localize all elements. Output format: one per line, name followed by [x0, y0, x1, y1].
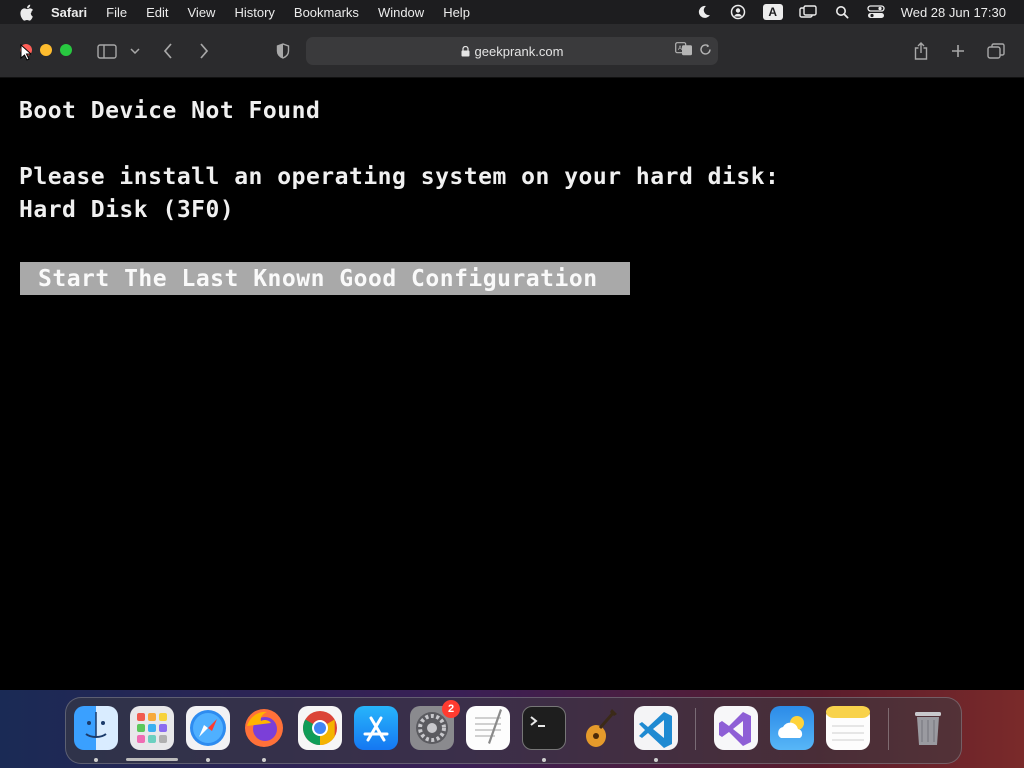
- menu-history[interactable]: History: [234, 5, 274, 20]
- menu-edit[interactable]: Edit: [146, 5, 168, 20]
- notification-badge: 2: [442, 700, 460, 718]
- trash-icon[interactable]: [906, 706, 950, 750]
- forward-button[interactable]: [196, 40, 212, 62]
- notes-icon[interactable]: [826, 706, 870, 750]
- address-bar-actions: A: [675, 42, 712, 56]
- garageband-icon[interactable]: [578, 706, 622, 750]
- dock-separator: [888, 708, 889, 750]
- moon-icon[interactable]: [695, 4, 713, 20]
- finder-icon[interactable]: [74, 706, 118, 750]
- launchpad-icon[interactable]: [130, 706, 174, 750]
- apple-menu-icon[interactable]: [19, 3, 37, 21]
- last-known-good-config-button[interactable]: Start The Last Known Good Configuration: [20, 262, 630, 295]
- weather-icon[interactable]: [770, 706, 814, 750]
- user-account-icon[interactable]: [729, 4, 747, 20]
- menu-bar-status-area: A Wed 28 Jun 17:30: [695, 0, 1024, 24]
- sidebar-toggle-icon[interactable]: [96, 40, 118, 62]
- zoom-window-button[interactable]: [60, 44, 72, 56]
- dock: 2: [65, 697, 962, 764]
- dock-separator: [695, 708, 696, 750]
- menu-file[interactable]: File: [106, 5, 127, 20]
- url-text[interactable]: geekprank.com: [475, 44, 564, 59]
- menu-bar-clock[interactable]: Wed 28 Jun 17:30: [901, 5, 1006, 20]
- menu-app-name[interactable]: Safari: [51, 5, 87, 20]
- app-store-icon[interactable]: [354, 706, 398, 750]
- vscode-icon[interactable]: [634, 706, 678, 750]
- back-button[interactable]: [160, 40, 176, 62]
- menu-window[interactable]: Window: [378, 5, 424, 20]
- browser-toolbar: geekprank.com A: [0, 24, 1024, 78]
- menu-view[interactable]: View: [188, 5, 216, 20]
- textedit-icon[interactable]: [466, 706, 510, 750]
- firefox-icon[interactable]: [242, 706, 286, 750]
- running-indicator: [206, 758, 210, 762]
- menu-bar: Safari File Edit View History Bookmarks …: [0, 0, 1024, 24]
- minimize-window-button[interactable]: [40, 44, 52, 56]
- translate-icon[interactable]: A: [675, 42, 693, 56]
- input-source-label: A: [768, 5, 778, 19]
- mouse-cursor-icon: [20, 43, 33, 66]
- spotlight-search-icon[interactable]: [833, 4, 851, 20]
- running-indicator: [94, 758, 98, 762]
- new-tab-icon[interactable]: [949, 40, 967, 62]
- share-icon[interactable]: [912, 40, 930, 62]
- chevron-down-icon[interactable]: [129, 40, 141, 62]
- system-settings-icon[interactable]: 2: [410, 700, 460, 750]
- input-source-icon[interactable]: A: [762, 4, 783, 20]
- address-bar[interactable]: geekprank.com A: [306, 37, 718, 65]
- web-page-content: Boot Device Not Found Please install an …: [0, 78, 1024, 690]
- terminal-icon[interactable]: [522, 706, 566, 750]
- error-heading: Boot Device Not Found: [19, 98, 321, 124]
- scroll-indicator: [126, 758, 178, 761]
- privacy-shield-icon[interactable]: [274, 40, 292, 62]
- running-indicator: [262, 758, 266, 762]
- control-center-icon[interactable]: [867, 4, 885, 20]
- lock-icon: [461, 45, 470, 57]
- error-detail: Hard Disk (3F0): [19, 197, 235, 223]
- running-indicator: [542, 758, 546, 762]
- menu-bookmarks[interactable]: Bookmarks: [294, 5, 359, 20]
- menu-help[interactable]: Help: [443, 5, 470, 20]
- chrome-icon[interactable]: [298, 706, 342, 750]
- safari-icon[interactable]: [186, 706, 230, 750]
- visual-studio-icon[interactable]: [714, 706, 758, 750]
- tab-overview-icon[interactable]: [986, 40, 1006, 62]
- running-indicator: [654, 758, 658, 762]
- screen-mirroring-icon[interactable]: [799, 4, 817, 20]
- reload-icon[interactable]: [699, 43, 712, 56]
- error-message: Please install an operating system on yo…: [19, 164, 780, 190]
